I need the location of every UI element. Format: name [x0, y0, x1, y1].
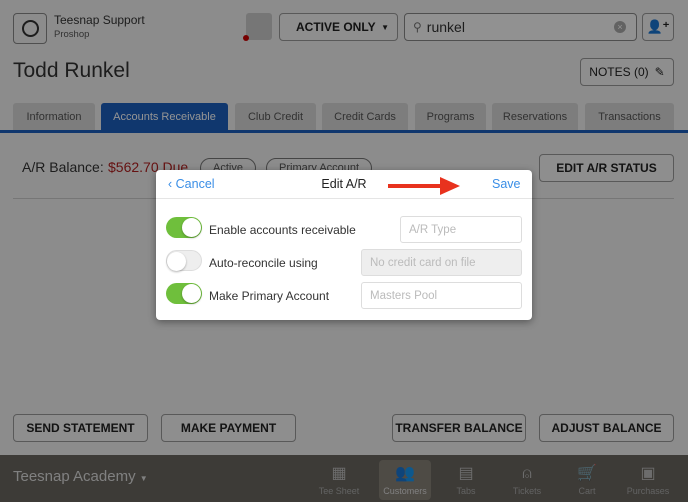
enable-ar-toggle[interactable]	[166, 217, 202, 238]
primary-account-label: Make Primary Account	[209, 289, 330, 303]
primary-account-toggle[interactable]	[166, 283, 202, 304]
auto-reconcile-label: Auto-reconcile using	[209, 256, 318, 270]
auto-reconcile-toggle[interactable]	[166, 250, 202, 271]
modal-title: Edit A/R	[321, 177, 367, 191]
edit-ar-modal: ‹ Cancel Edit A/R Save Enable accounts r…	[156, 170, 532, 320]
ar-type-input[interactable]: A/R Type	[400, 216, 522, 243]
modal-header-divider	[156, 198, 532, 199]
credit-card-select[interactable]: No credit card on file	[361, 249, 522, 276]
arrow-annotation-icon	[388, 177, 460, 195]
primary-account-input[interactable]: Masters Pool	[361, 282, 522, 309]
save-button[interactable]: Save	[492, 177, 521, 191]
enable-ar-label: Enable accounts receivable	[209, 223, 356, 237]
